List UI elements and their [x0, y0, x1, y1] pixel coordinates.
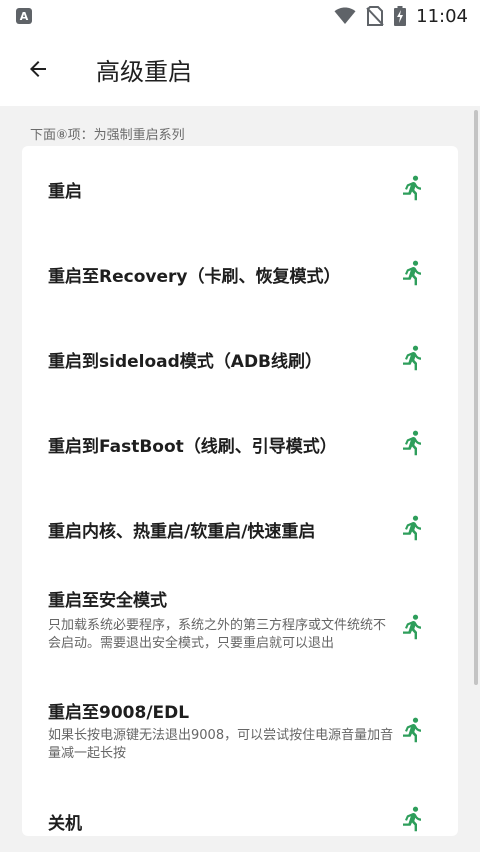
running-person-icon[interactable] [400, 614, 424, 640]
reboot-fastboot-item[interactable]: 重启到FastBoot（线刷、引导模式） [22, 401, 458, 486]
reboot-edl-item[interactable]: 重启至9008/EDL 如果长按电源键无法退出9008，可以尝试按住电源音量加音… [22, 681, 458, 781]
item-title: 重启内核、热重启/软重启/快速重启 [48, 522, 316, 542]
running-person-icon[interactable] [400, 260, 424, 286]
app-notification-icon: A [16, 8, 32, 24]
toolbar: 高级重启 [0, 32, 480, 106]
item-title: 重启到sideload模式（ADB线刷） [48, 352, 323, 372]
reboot-item[interactable]: 重启 [22, 146, 458, 231]
power-off-item[interactable]: 关机 [22, 781, 458, 836]
item-title: 重启至安全模式 [48, 591, 167, 611]
running-person-icon[interactable] [400, 717, 424, 743]
reboot-soft-item[interactable]: 重启内核、热重启/软重启/快速重启 [22, 486, 458, 571]
reboot-options-card: 重启 重启至Recovery（卡刷、恢复模式） 重启到sideload模式（AD… [22, 146, 458, 836]
status-right: 11:04 [334, 6, 468, 27]
status-left: A [16, 8, 32, 24]
item-title: 重启至9008/EDL [48, 703, 190, 723]
running-person-icon[interactable] [400, 806, 424, 832]
running-person-icon[interactable] [400, 430, 424, 456]
item-title: 关机 [48, 814, 82, 834]
item-description: 只加载系统必要程序，系统之外的第三方程序或文件统统不会启动。需要退出安全模式，只… [48, 618, 387, 651]
no-sim-icon [366, 6, 384, 26]
running-person-icon[interactable] [400, 515, 424, 541]
status-time: 11:04 [416, 5, 468, 27]
status-bar: A 11:04 [0, 0, 480, 32]
item-title: 重启 [48, 182, 82, 202]
arrow-left-icon [30, 61, 46, 77]
reboot-safe-mode-item[interactable]: 重启至安全模式 只加载系统必要程序，系统之外的第三方程序或文件统统不会启动。需要… [22, 571, 458, 681]
wifi-icon [334, 7, 356, 24]
item-description: 如果长按电源键无法退出9008，可以尝试按住电源音量加音量减一起长按 [48, 728, 394, 761]
scrollbar[interactable] [474, 110, 478, 685]
reboot-recovery-item[interactable]: 重启至Recovery（卡刷、恢复模式） [22, 231, 458, 316]
item-title: 重启到FastBoot（线刷、引导模式） [48, 437, 337, 457]
reboot-sideload-item[interactable]: 重启到sideload模式（ADB线刷） [22, 316, 458, 401]
section-header: 下面⑧项：为强制重启系列 [30, 128, 185, 143]
item-title: 重启至Recovery（卡刷、恢复模式） [48, 267, 341, 287]
back-button[interactable] [14, 45, 62, 93]
page-title: 高级重启 [96, 57, 192, 86]
running-person-icon[interactable] [400, 345, 424, 371]
battery-charging-icon [394, 6, 407, 26]
running-person-icon[interactable] [400, 175, 424, 201]
